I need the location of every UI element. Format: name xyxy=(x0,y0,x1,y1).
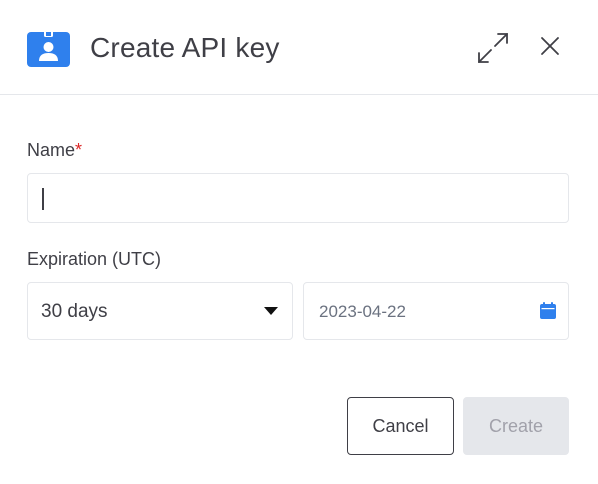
expand-icon xyxy=(478,33,508,63)
id-badge-icon xyxy=(27,30,70,67)
name-label: Name* xyxy=(27,139,82,161)
cancel-button[interactable]: Cancel xyxy=(347,397,454,455)
expiration-date-input[interactable]: 2023-04-22 xyxy=(303,282,569,340)
caret-down-icon xyxy=(264,307,278,315)
expand-button[interactable] xyxy=(475,30,511,66)
close-button[interactable] xyxy=(534,30,566,62)
text-caret xyxy=(42,188,44,210)
expiration-date-value: 2023-04-22 xyxy=(319,302,406,321)
required-marker: * xyxy=(75,140,83,160)
dialog-title: Create API key xyxy=(90,32,280,63)
expiration-select[interactable]: 30 days xyxy=(27,282,293,340)
calendar-icon[interactable] xyxy=(540,302,556,319)
expiration-select-value: 30 days xyxy=(41,301,108,322)
create-api-key-dialog: Create API key Name* Expiration (UTC) 30… xyxy=(0,0,598,484)
dialog-header: Create API key xyxy=(0,0,598,95)
close-icon xyxy=(541,37,559,55)
name-label-text: Name xyxy=(27,140,76,160)
expiration-label: Expiration (UTC) xyxy=(27,249,162,269)
name-input[interactable] xyxy=(27,173,569,223)
create-button[interactable]: Create xyxy=(463,397,569,455)
